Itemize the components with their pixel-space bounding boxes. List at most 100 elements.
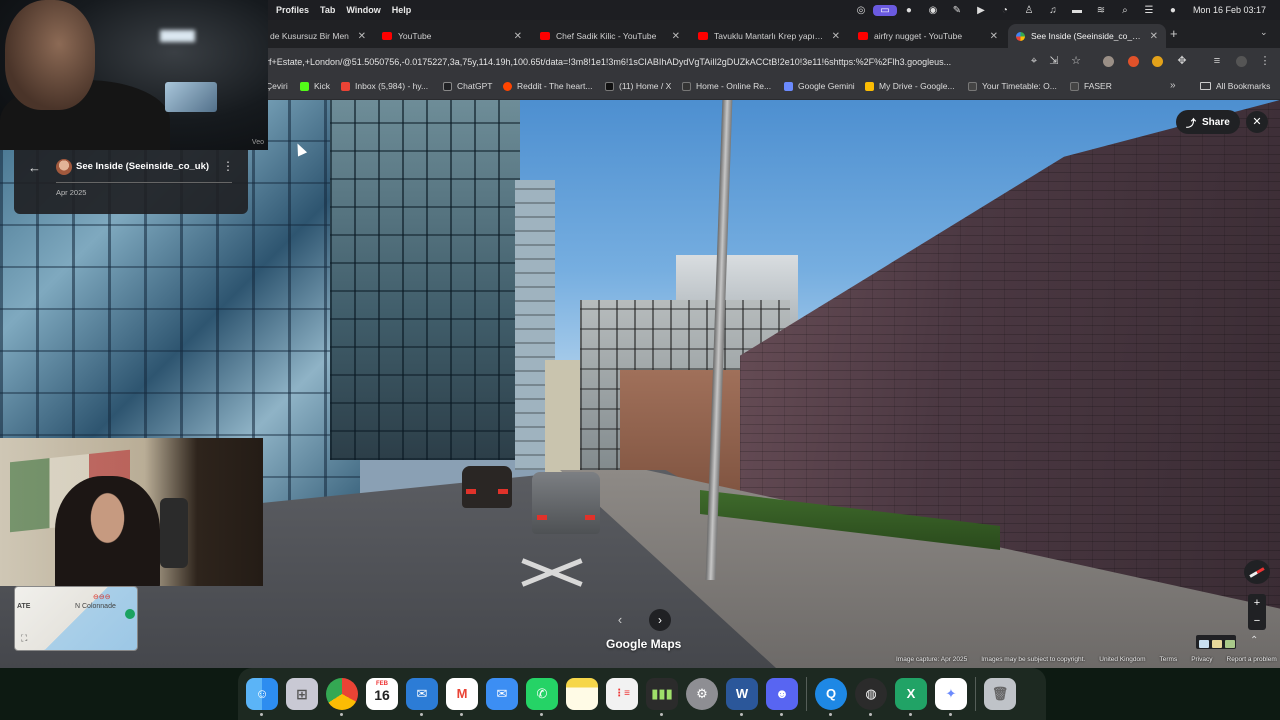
expand-map-icon[interactable]: ⛶ xyxy=(21,633,27,644)
bookmark-faser[interactable]: FASER xyxy=(1070,81,1112,91)
pen-icon[interactable]: ✎ xyxy=(945,5,969,16)
wifi-icon[interactable]: ≋ xyxy=(1089,5,1113,16)
close-tab-icon[interactable]: ✕ xyxy=(832,31,840,42)
install-app-icon[interactable]: ⇲ xyxy=(1047,54,1061,68)
outlook-icon[interactable]: ✉ xyxy=(406,678,438,716)
back-arrow-icon[interactable]: ← xyxy=(28,160,41,175)
battery-icon[interactable]: ▬ xyxy=(1065,5,1089,16)
discord-icon[interactable]: ☻ xyxy=(766,678,798,716)
play-icon[interactable]: ▶ xyxy=(969,5,993,16)
finder-icon[interactable]: ☺ xyxy=(246,678,278,716)
next-arrow-icon[interactable]: › xyxy=(649,609,671,631)
extension-raccoon-icon[interactable] xyxy=(1103,56,1114,67)
bookmark-kick[interactable]: Kick xyxy=(300,81,330,91)
excel-icon[interactable]: X xyxy=(895,678,927,716)
word-icon[interactable]: W xyxy=(726,678,758,716)
reminders-icon[interactable]: ⋮≡ xyxy=(606,678,638,710)
tab-google-maps[interactable]: See Inside (Seeinside_co_uk) ✕ xyxy=(1008,24,1166,48)
privacy-link[interactable]: Privacy xyxy=(1191,656,1212,666)
more-bookmarks-icon[interactable]: » xyxy=(1170,80,1176,91)
share-button[interactable]: ⤴ Share xyxy=(1176,110,1240,134)
search-icon[interactable]: ⌕ xyxy=(1113,5,1137,16)
bookmark-drive[interactable]: My Drive - Google... xyxy=(865,81,955,91)
bookmark-star-icon[interactable]: ☆ xyxy=(1069,54,1083,68)
extensions-puzzle-icon[interactable]: ✥ xyxy=(1175,54,1189,68)
location-icon[interactable]: ⌖ xyxy=(1027,54,1041,68)
headphones-icon[interactable]: ♫ xyxy=(1041,5,1065,16)
spotify-icon[interactable]: ◉ xyxy=(921,5,945,16)
collapse-chevron-icon[interactable]: ⌃ xyxy=(1250,635,1258,646)
screen-share-icon[interactable]: ▭ xyxy=(872,4,897,16)
mail-icon[interactable]: ✉ xyxy=(486,678,518,710)
zoom-in-button[interactable]: + xyxy=(1248,594,1266,612)
bookmark-timetable[interactable]: Your Timetable: O... xyxy=(968,81,1057,91)
drop-icon[interactable]: ♙ xyxy=(1017,5,1041,16)
zoom-out-button[interactable]: − xyxy=(1248,612,1266,630)
close-street-view-button[interactable]: ✕ xyxy=(1246,111,1268,133)
profile-avatar-icon[interactable] xyxy=(1236,56,1247,67)
report-problem-link[interactable]: Report a problem xyxy=(1227,656,1277,666)
menu-window[interactable]: Window xyxy=(346,5,391,15)
all-bookmarks-button[interactable]: All Bookmarks xyxy=(1200,81,1270,91)
menu-profiles[interactable]: Profiles xyxy=(276,5,320,15)
notes-icon[interactable] xyxy=(566,678,598,710)
mini-map[interactable]: ATE ⊖⊖⊖ N Colonnade ⛶ xyxy=(14,586,138,651)
compass-icon[interactable] xyxy=(1244,560,1270,584)
bookmark-inbox[interactable]: Inbox (5,984) - hy... xyxy=(341,81,428,91)
whatsapp-icon[interactable]: ✆ xyxy=(526,678,558,716)
quicktime-icon[interactable]: Q xyxy=(815,678,847,716)
extension-coin-icon[interactable] xyxy=(1152,56,1163,67)
gmail-icon[interactable]: M xyxy=(446,678,478,716)
bookmark-reddit[interactable]: Reddit - The heart... xyxy=(503,81,592,91)
bookmark-ceviri[interactable]: Çeviri xyxy=(266,81,288,91)
tab-youtube-5[interactable]: airfry nugget - YouTube ✕ xyxy=(850,24,1006,48)
trash-icon[interactable]: 🗑 xyxy=(984,678,1016,710)
stats-app-icon[interactable]: ▮▮▮ xyxy=(646,678,678,716)
youtube-icon xyxy=(698,32,708,40)
tab-youtube-1[interactable]: de Kusursuz Bir Men ✕ xyxy=(262,24,374,48)
contributor-name[interactable]: See Inside (Seeinside_co_uk) xyxy=(76,161,209,172)
close-tab-icon[interactable]: ✕ xyxy=(514,31,522,42)
extension-red-icon[interactable] xyxy=(1128,56,1139,67)
menu-help[interactable]: Help xyxy=(392,5,423,15)
chrome-icon[interactable] xyxy=(326,678,358,716)
tab-youtube-3[interactable]: Chef Sadik Kilic - YouTube ✕ xyxy=(532,24,688,48)
close-tab-icon[interactable]: ✕ xyxy=(990,31,998,42)
dot-icon[interactable]: ● xyxy=(897,5,921,16)
more-options-icon[interactable]: ⋮ xyxy=(222,159,234,173)
bookmark-x[interactable]: (11) Home / X xyxy=(605,81,671,91)
close-tab-icon[interactable]: ✕ xyxy=(672,31,680,42)
obs-icon[interactable]: ◍ xyxy=(855,678,887,716)
page-icon xyxy=(1070,81,1079,91)
gemini-icon[interactable]: ✦ xyxy=(935,678,967,716)
new-tab-icon[interactable]: + xyxy=(1170,26,1178,41)
menu-clock[interactable]: Mon 16 Feb 03:17 xyxy=(1193,5,1266,15)
reading-list-icon[interactable]: ≡ xyxy=(1210,54,1224,68)
contributor-avatar[interactable] xyxy=(56,159,72,175)
menu-tab[interactable]: Tab xyxy=(320,5,346,15)
tab-youtube-4[interactable]: Tavuklu Mantarlı Krep yapıyor ✕ xyxy=(690,24,848,48)
system-settings-icon[interactable]: ⚙ xyxy=(686,678,718,710)
layers-button[interactable] xyxy=(1196,635,1236,649)
tab-search-icon[interactable]: ⌄ xyxy=(1260,27,1268,38)
bookmark-online-re[interactable]: Home - Online Re... xyxy=(682,81,771,91)
contributor-panel: ← See Inside (Seeinside_co_uk) ⋮ Apr 202… xyxy=(14,150,248,214)
region-link[interactable]: United Kingdom xyxy=(1099,656,1145,666)
launchpad-icon[interactable]: ⊞ xyxy=(286,678,318,710)
folder-icon xyxy=(1200,82,1211,90)
calendar-icon[interactable]: FEB 16 xyxy=(366,678,398,710)
clock-icon[interactable]: ◔ xyxy=(993,5,1017,16)
tab-youtube-2[interactable]: YouTube ✕ xyxy=(374,24,530,48)
bookmark-chatgpt[interactable]: ChatGPT xyxy=(443,81,492,91)
terms-link[interactable]: Terms xyxy=(1160,656,1178,666)
chrome-menu-icon[interactable]: ⋮ xyxy=(1258,54,1272,68)
control-center-icon[interactable]: ☰ xyxy=(1137,5,1161,16)
previous-arrow-icon[interactable]: ‹ xyxy=(609,609,631,631)
siri-icon[interactable]: ● xyxy=(1161,5,1185,16)
capture-date[interactable]: Apr 2025 xyxy=(56,188,86,197)
close-tab-icon[interactable]: ✕ xyxy=(358,31,366,42)
bookmark-gemini[interactable]: Google Gemini xyxy=(784,81,855,91)
creative-cloud-icon[interactable]: ◎ xyxy=(849,5,873,16)
address-bar[interactable]: rf+Estate,+London/@51.5050756,-0.0175227… xyxy=(266,52,1056,72)
close-tab-icon[interactable]: ✕ xyxy=(1150,31,1158,42)
